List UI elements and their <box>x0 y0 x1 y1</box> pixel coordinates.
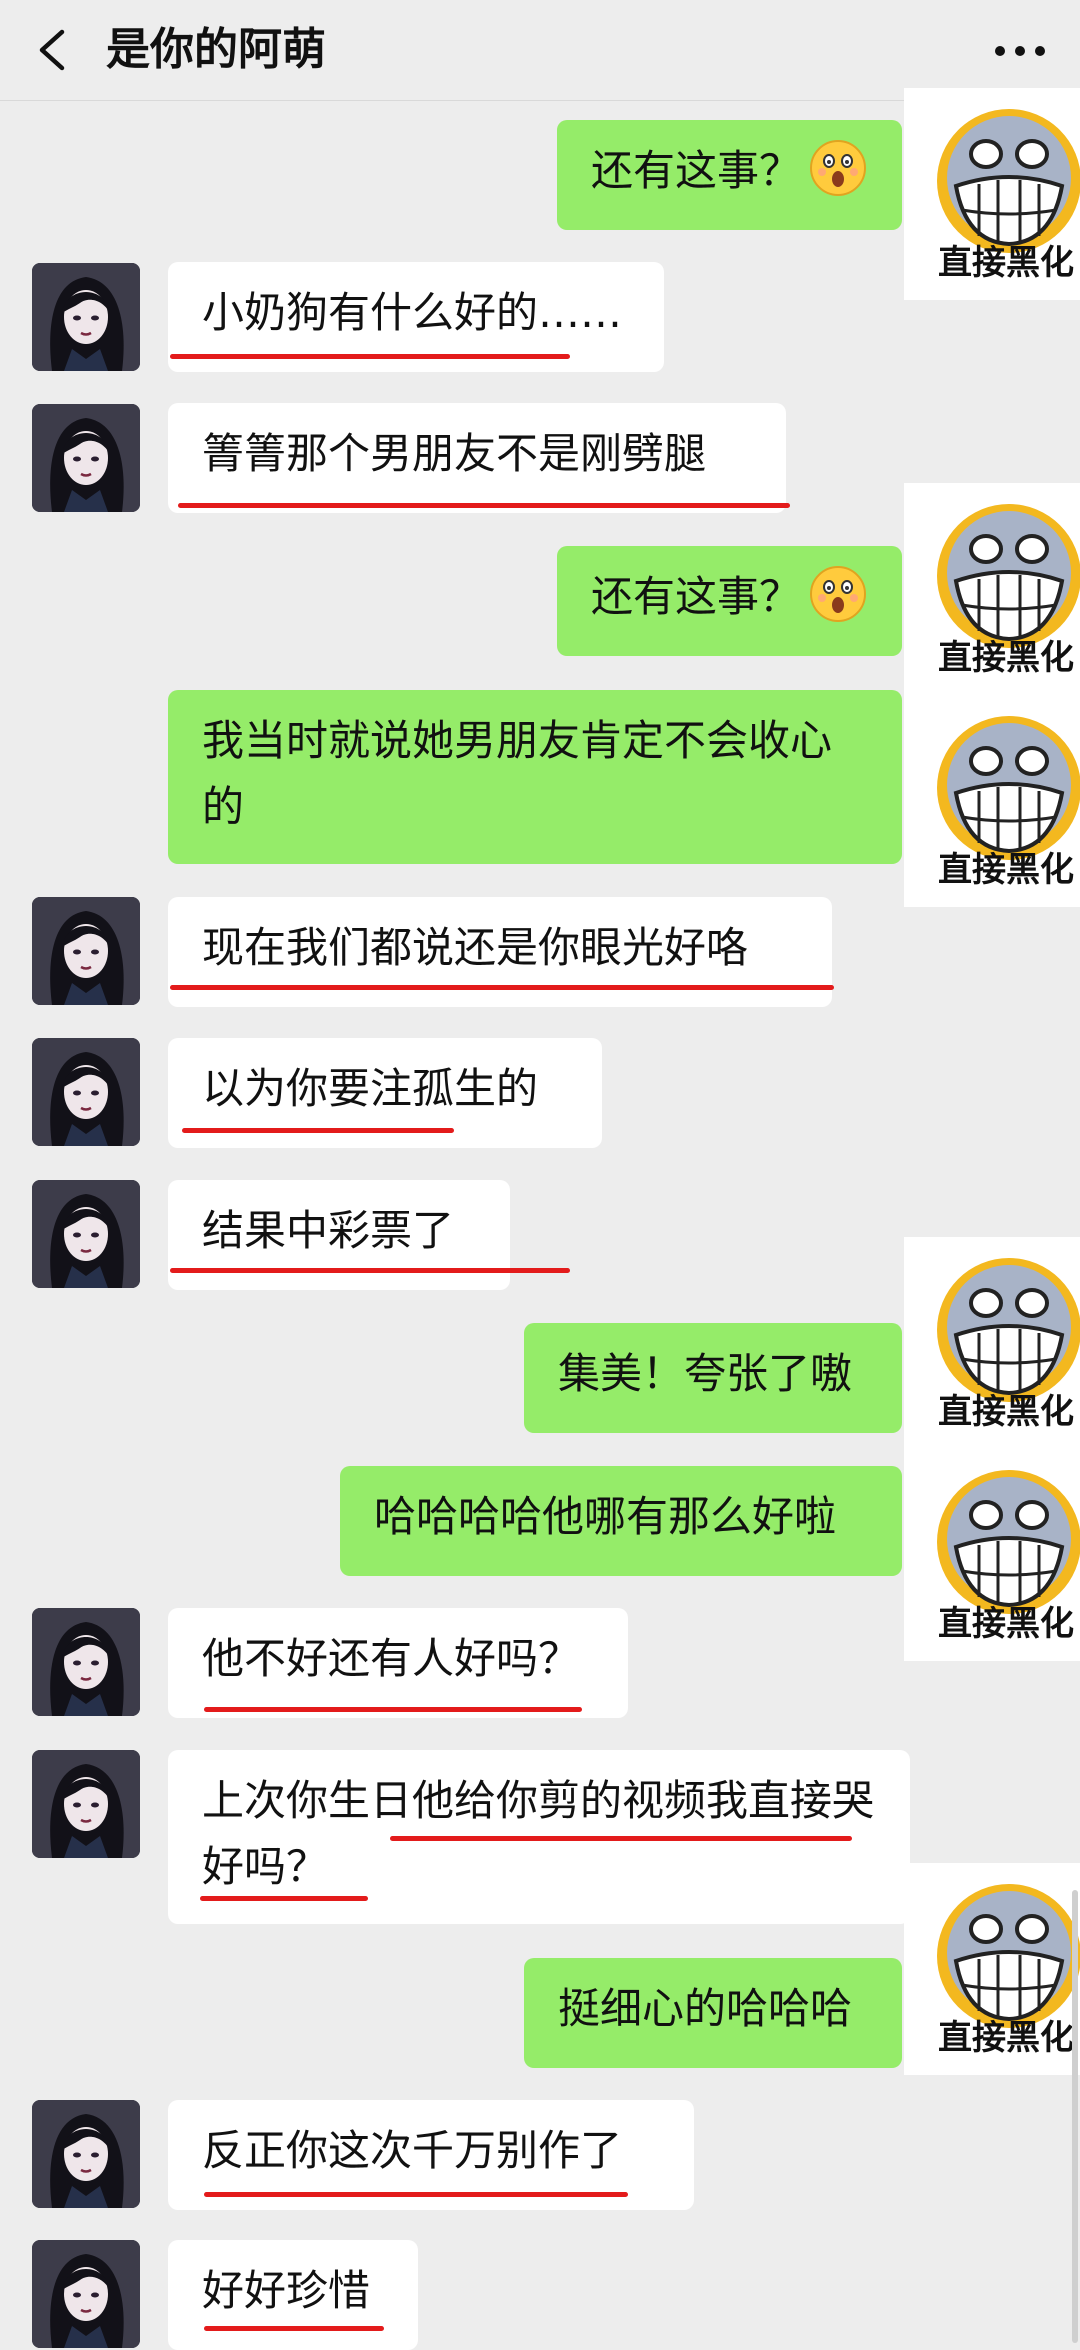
sticker-caption: 直接黑化 <box>938 638 1074 678</box>
message-text: 反正你这次千万别作了 <box>202 2126 623 2175</box>
message-text: 好好珍惜 <box>202 2266 371 2315</box>
contact-avatar[interactable] <box>32 1180 140 1288</box>
sticker-avatar-self[interactable]: 直接黑化 <box>904 1449 1080 1661</box>
message-bubble-outgoing[interactable]: 集美！夸张了嗷 <box>524 1323 902 1433</box>
grinning-face-sticker-icon <box>934 1881 1080 2031</box>
message-bubble-incoming[interactable]: 现在我们都说还是你眼光好咯 <box>168 897 832 1007</box>
message-text: 箐箐那个男朋友不是刚劈腿 <box>202 429 707 478</box>
message-bubble-incoming[interactable]: 他不好还有人好吗？ <box>168 1608 628 1718</box>
contact-avatar[interactable] <box>32 2100 140 2208</box>
annotation-underline <box>178 503 790 508</box>
chat-header: 是你的阿萌 <box>0 0 1080 101</box>
message-bubble-outgoing[interactable]: 我当时就说她男朋友肯定不会收心的 <box>168 690 902 864</box>
sticker-caption: 直接黑化 <box>938 1604 1074 1644</box>
sticker-avatar-self[interactable]: 直接黑化 <box>904 88 1080 300</box>
contact-avatar[interactable] <box>32 1038 140 1146</box>
sticker-caption: 直接黑化 <box>938 1392 1074 1432</box>
shocked-face-icon <box>809 139 867 197</box>
sticker-caption: 直接黑化 <box>938 850 1074 890</box>
message-text: 挺细心的哈哈哈 <box>558 1984 853 2033</box>
annotation-underline <box>390 1836 852 1841</box>
annotation-underline <box>204 1707 582 1712</box>
annotation-underline <box>204 2326 384 2331</box>
annotation-underline <box>170 354 570 359</box>
sticker-avatar-self[interactable]: 直接黑化 <box>904 483 1080 695</box>
shocked-face-icon <box>809 565 867 623</box>
message-text: 还有这事？ <box>591 146 802 195</box>
more-dots-icon <box>995 46 1045 56</box>
annotation-underline <box>200 1896 368 1901</box>
contact-avatar[interactable] <box>32 404 140 512</box>
annotation-underline <box>170 985 834 990</box>
message-bubble-incoming[interactable]: 好好珍惜 <box>168 2240 418 2350</box>
annotation-underline <box>204 2192 628 2197</box>
message-bubble-outgoing[interactable]: 还有这事？ <box>557 546 902 656</box>
message-bubble-incoming[interactable]: 箐箐那个男朋友不是刚劈腿 <box>168 403 786 513</box>
message-text: 小奶狗有什么好的…… <box>202 288 623 337</box>
sticker-avatar-self[interactable]: 直接黑化 <box>904 695 1080 907</box>
grinning-face-sticker-icon <box>934 1467 1080 1617</box>
sticker-avatar-self[interactable]: 直接黑化 <box>904 1237 1080 1449</box>
message-text: 还有这事？ <box>591 572 802 621</box>
contact-avatar[interactable] <box>32 1608 140 1716</box>
sticker-caption: 直接黑化 <box>938 243 1074 283</box>
message-text: 以为你要注孤生的 <box>202 1064 539 1113</box>
message-text: 现在我们都说还是你眼光好咯 <box>202 923 749 972</box>
message-bubble-incoming[interactable]: 结果中彩票了 <box>168 1180 510 1290</box>
chat-title: 是你的阿萌 <box>106 24 326 75</box>
message-text: 上次你生日他给你剪的视频我直接哭好吗？ <box>202 1776 875 1891</box>
message-text: 集美！夸张了嗷 <box>558 1349 853 1398</box>
annotation-underline <box>182 1128 454 1133</box>
more-options-button[interactable] <box>990 26 1050 76</box>
chevron-left-icon <box>39 29 65 71</box>
message-text: 他不好还有人好吗？ <box>202 1634 581 1683</box>
sticker-caption: 直接黑化 <box>938 2018 1074 2058</box>
grinning-face-sticker-icon <box>934 1255 1080 1405</box>
contact-avatar[interactable] <box>32 2240 140 2348</box>
back-button[interactable] <box>28 20 78 80</box>
message-text: 结果中彩票了 <box>202 1206 455 1255</box>
message-text: 我当时就说她男朋友肯定不会收心的 <box>202 716 833 831</box>
message-bubble-outgoing[interactable]: 挺细心的哈哈哈 <box>524 1958 902 2068</box>
contact-avatar[interactable] <box>32 263 140 371</box>
annotation-underline <box>170 1268 570 1273</box>
grinning-face-sticker-icon <box>934 106 1080 256</box>
sticker-avatar-self[interactable]: 直接黑化 <box>904 1863 1080 2075</box>
scrollbar[interactable] <box>1072 1890 1078 2343</box>
message-bubble-outgoing[interactable]: 哈哈哈哈他哪有那么好啦 <box>340 1466 902 1576</box>
grinning-face-sticker-icon <box>934 713 1080 863</box>
message-text: 哈哈哈哈他哪有那么好啦 <box>374 1492 837 1541</box>
contact-avatar[interactable] <box>32 897 140 1005</box>
grinning-face-sticker-icon <box>934 501 1080 651</box>
message-bubble-outgoing[interactable]: 还有这事？ <box>557 120 902 230</box>
contact-avatar[interactable] <box>32 1750 140 1858</box>
